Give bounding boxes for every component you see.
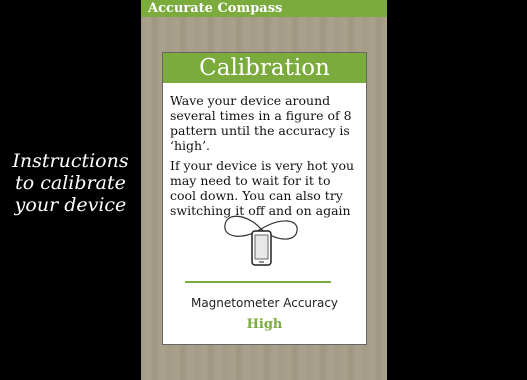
accuracy-label: Magnetometer Accuracy — [190, 296, 339, 310]
screenshot-caption: Instructions to calibrate your device — [0, 150, 141, 216]
caption-line-3: your device — [14, 194, 127, 216]
app-title-bar: Accurate Compass — [141, 0, 387, 17]
instruction-paragraph-1: Wave your device around several times in… — [170, 93, 352, 153]
caption-line-2: to calibrate — [15, 172, 126, 194]
instruction-paragraph-2: If your device is very hot you may need … — [170, 158, 355, 218]
divider — [185, 281, 331, 283]
dialog-title: Calibration — [163, 53, 366, 83]
accuracy-value: High — [246, 317, 283, 332]
app-title: Accurate Compass — [148, 1, 283, 16]
dialog-instructions: Wave your device around several times in… — [163, 83, 366, 218]
phone-screen: Accurate Compass Calibration Wave your d… — [141, 0, 387, 380]
figure-eight-phone-icon — [224, 215, 298, 266]
caption-line-1: Instructions — [12, 150, 129, 172]
calibration-dialog: Calibration Wave your device around seve… — [162, 52, 367, 345]
